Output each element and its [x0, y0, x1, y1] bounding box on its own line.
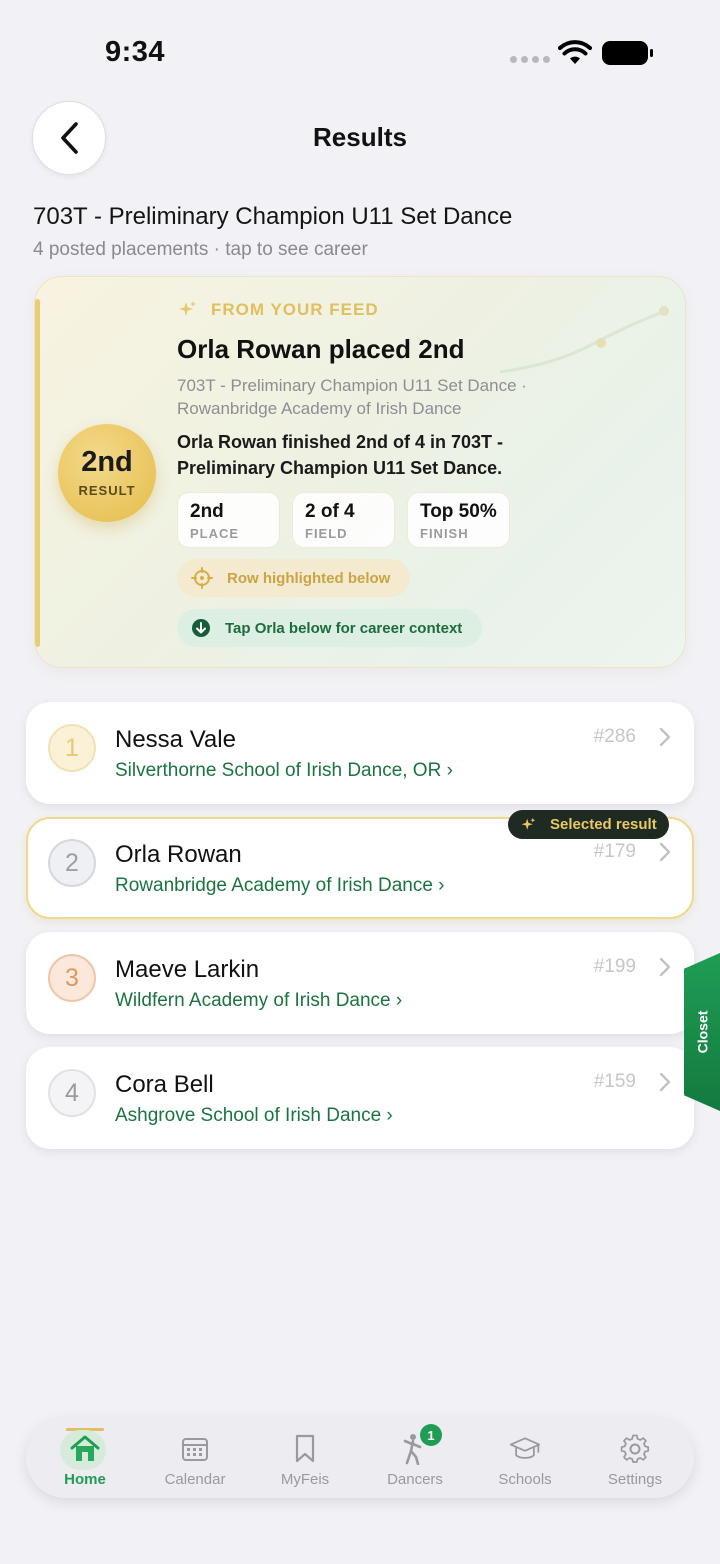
- tab-home[interactable]: Home: [30, 1418, 140, 1498]
- dancer-name: Cora Bell: [115, 1071, 214, 1098]
- tab-label: Schools: [498, 1471, 552, 1488]
- row-highlighted-label: Row highlighted below: [227, 569, 391, 587]
- page-title: Results: [313, 122, 407, 152]
- stat-chip-finish: Top 50% FINISH: [407, 492, 510, 548]
- status-bar: 9:34: [0, 0, 720, 100]
- selected-result-label: Selected result: [550, 816, 657, 833]
- feed-eyebrow: FROM YOUR FEED: [177, 300, 379, 320]
- rank-number: 1: [65, 733, 79, 762]
- event-title: 703T - Preliminary Champion U11 Set Danc…: [33, 203, 513, 230]
- closet-label: Closet: [694, 1010, 711, 1054]
- dancer-school-link[interactable]: Ashgrove School of Irish Dance ›: [115, 1105, 393, 1127]
- medal-caption: RESULT: [78, 483, 136, 498]
- rank-number: 4: [65, 1078, 79, 1107]
- arrow-down-circle-icon: [192, 619, 210, 637]
- crosshair-icon: [191, 567, 213, 589]
- calendar-icon: [179, 1433, 211, 1465]
- chevron-right-icon: [659, 957, 671, 977]
- bottom-tab-bar: Home Calendar MyFeis 1 Dancers Schools S…: [26, 1418, 694, 1498]
- tab-label: Home: [64, 1471, 106, 1488]
- row-highlighted-pill: Row highlighted below: [177, 559, 411, 597]
- stat-label: FIELD: [305, 526, 348, 541]
- sparkle-icon: [521, 817, 536, 830]
- event-subtitle: 4 posted placements · tap to see career: [33, 239, 368, 260]
- stat-chips: 2nd PLACE 2 of 4 FIELD Top 50% FINISH: [177, 492, 510, 548]
- dancer-school-label: Ashgrove School of Irish Dance: [115, 1105, 382, 1126]
- tap-career-label: Tap Orla below for career context: [225, 619, 463, 637]
- tab-calendar[interactable]: Calendar: [140, 1418, 250, 1498]
- chevron-right-icon: ›: [386, 1105, 393, 1126]
- dancer-school-label: Rowanbridge Academy of Irish Dance: [115, 875, 433, 896]
- battery-icon: [602, 41, 653, 65]
- tab-label: Dancers: [387, 1471, 443, 1488]
- feed-highlight-card: 2nd RESULT FROM YOUR FEED Orla Rowan pla…: [34, 276, 686, 668]
- dancer-school-label: Wildfern Academy of Irish Dance: [115, 990, 391, 1011]
- gear-icon: [619, 1433, 651, 1465]
- tab-schools[interactable]: Schools: [470, 1418, 580, 1498]
- dancer-number: #179: [593, 841, 636, 862]
- dancer-number: #199: [593, 956, 636, 977]
- dancer-name: Nessa Vale: [115, 726, 236, 753]
- dancer-school-label: Silverthorne School of Irish Dance, OR: [115, 760, 442, 781]
- chevron-right-icon: ›: [395, 990, 403, 1011]
- feed-summary: Orla Rowan finished 2nd of 4 in 703T - P…: [177, 432, 504, 478]
- selected-result-badge: Selected result: [508, 810, 669, 839]
- dancer-school-link[interactable]: Silverthorne School of Irish Dance, OR ›: [115, 760, 453, 782]
- stat-label: PLACE: [190, 526, 240, 541]
- dancer-school-link[interactable]: Wildfern Academy of Irish Dance ›: [115, 990, 402, 1012]
- wifi-icon: [558, 40, 592, 64]
- bookmark-icon: [289, 1433, 321, 1465]
- stat-value: 2nd: [190, 501, 224, 522]
- rank-circle: 2: [48, 839, 96, 887]
- feed-eyebrow-label: FROM YOUR FEED: [211, 300, 379, 319]
- sparkle-icon: [179, 301, 196, 316]
- dancer-name: Orla Rowan: [115, 841, 242, 868]
- dancers-badge: 1: [420, 1424, 442, 1446]
- rank-number: 2: [65, 848, 79, 877]
- graduation-cap-icon: [509, 1433, 541, 1465]
- chevron-right-icon: [659, 727, 671, 747]
- dancer-number: #159: [593, 1071, 636, 1092]
- result-row-3[interactable]: 3 Maeve Larkin Wildfern Academy of Irish…: [26, 932, 694, 1034]
- chevron-right-icon: [659, 1072, 671, 1092]
- rank-circle: 1: [48, 724, 96, 772]
- rank-circle: 4: [48, 1069, 96, 1117]
- dancer-school-link[interactable]: Rowanbridge Academy of Irish Dance ›: [115, 875, 445, 897]
- tap-career-pill[interactable]: Tap Orla below for career context: [177, 609, 483, 647]
- feed-headline: Orla Rowan placed 2nd: [177, 334, 465, 364]
- stat-chip-place: 2nd PLACE: [177, 492, 280, 548]
- tab-settings[interactable]: Settings: [580, 1418, 690, 1498]
- cellular-dots-icon: [510, 56, 550, 63]
- chevron-right-icon: ›: [438, 875, 445, 896]
- card-accent-bar: [35, 299, 40, 647]
- stat-label: FINISH: [420, 526, 469, 541]
- stat-value: 2 of 4: [305, 501, 355, 522]
- tab-label: Settings: [607, 1471, 663, 1488]
- rank-number: 3: [65, 963, 79, 992]
- tab-label: MyFeis: [280, 1471, 330, 1488]
- status-time: 9:34: [105, 36, 166, 68]
- closet-side-tab[interactable]: Closet: [684, 953, 720, 1111]
- tab-dancers[interactable]: 1 Dancers: [360, 1418, 470, 1498]
- result-row-1[interactable]: 1 Nessa Vale Silverthorne School of Iris…: [26, 702, 694, 804]
- dancer-number: #286: [593, 726, 636, 747]
- tab-myfeis[interactable]: MyFeis: [250, 1418, 360, 1498]
- dancer-name: Maeve Larkin: [115, 956, 260, 983]
- rank-circle: 3: [48, 954, 96, 1002]
- stat-value: Top 50%: [420, 501, 497, 522]
- home-icon: [69, 1433, 101, 1465]
- feed-meta: 703T - Preliminary Champion U11 Set Danc…: [177, 376, 527, 418]
- chevron-right-icon: ›: [446, 760, 453, 781]
- chevron-right-icon: [659, 842, 671, 862]
- stat-chip-field: 2 of 4 FIELD: [292, 492, 395, 548]
- trend-sparkline-icon: [499, 306, 669, 374]
- medal-rank: 2nd: [81, 446, 133, 478]
- result-row-4[interactable]: 4 Cora Bell Ashgrove School of Irish Dan…: [26, 1047, 694, 1149]
- result-medal: 2nd RESULT: [58, 424, 156, 522]
- tab-label: Calendar: [164, 1471, 226, 1488]
